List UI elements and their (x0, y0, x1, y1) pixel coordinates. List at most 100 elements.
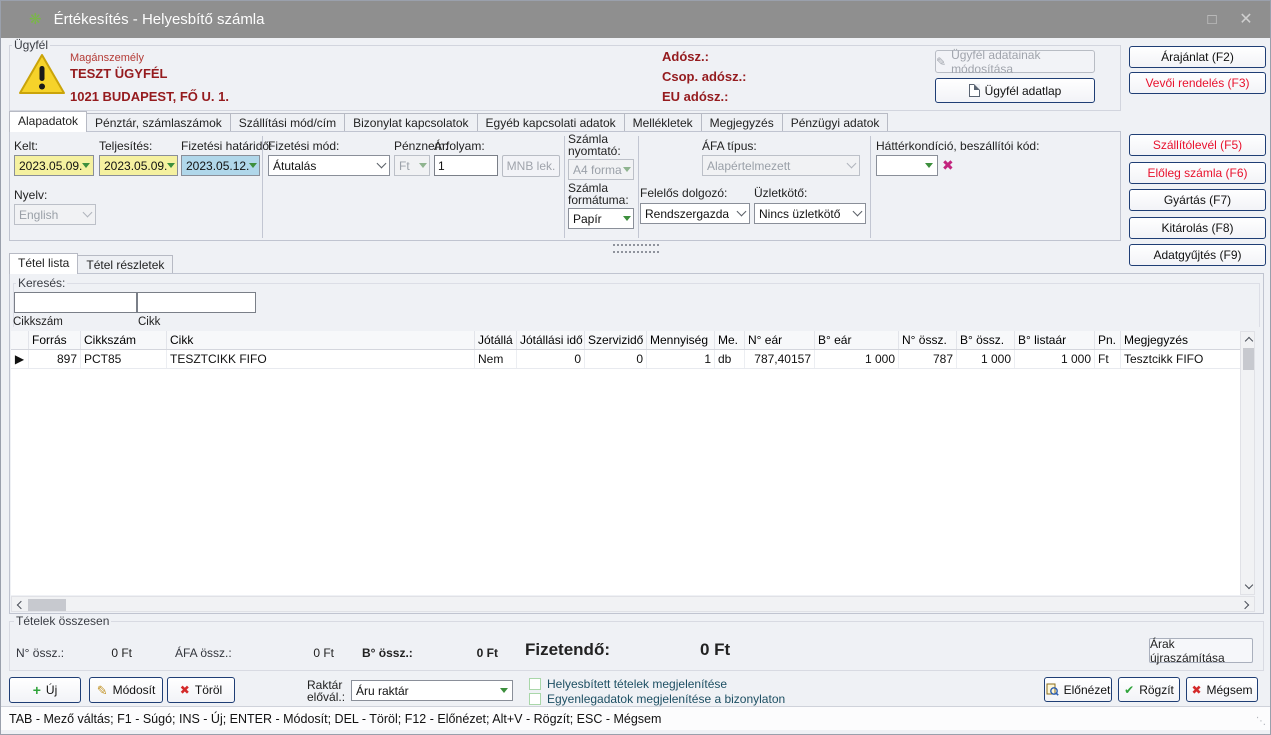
tab-tetel-lista[interactable]: Tétel lista (9, 253, 79, 274)
column-header-netto-ossz[interactable]: N° össz. (899, 331, 957, 349)
kelt-value: 2023.05.09. (19, 158, 83, 173)
column-header-me[interactable]: Me. (715, 331, 745, 349)
column-header-cikkszam[interactable]: Cikkszám (81, 331, 167, 349)
fizetesi-mod-label: Fizetési mód: (268, 139, 340, 153)
data-collection-label: Adatgyűjtés (F9) (1153, 248, 1242, 262)
quote-button[interactable]: Árajánlat (F2) (1129, 46, 1266, 68)
vertical-scroll-thumb[interactable] (1243, 348, 1254, 370)
column-header-szervizido[interactable]: Szervizidő (h (585, 331, 647, 349)
search-cikkszam-input[interactable] (14, 292, 137, 313)
outbound-button[interactable]: Kitárolás (F8) (1129, 217, 1266, 239)
kelt-datefield[interactable]: 2023.05.09. (14, 155, 94, 176)
nyelv-value: English (19, 207, 59, 222)
column-header-jotallas[interactable]: Jótállá (475, 331, 517, 349)
tab-mellekletek[interactable]: Mellékletek (624, 113, 702, 132)
recalculate-prices-button[interactable]: Árak újraszámítása (1149, 637, 1253, 665)
warehouse-combo[interactable]: Áru raktár (351, 680, 513, 701)
tab-alapadatok[interactable]: Alapadatok (9, 111, 88, 132)
dropdown-arrow-icon[interactable] (623, 216, 631, 221)
dropdown-arrow-icon[interactable] (249, 163, 258, 168)
horizontal-scroll-thumb[interactable] (28, 599, 66, 611)
scroll-left-button[interactable] (12, 597, 27, 613)
close-button[interactable]: ✕ (1236, 10, 1256, 30)
vertical-scrollbar[interactable] (1240, 331, 1255, 595)
balance-data-checkbox[interactable] (529, 693, 541, 705)
tab-penzugyi-adatok[interactable]: Pénzügyi adatok (782, 113, 889, 132)
divider (564, 136, 565, 238)
delete-item-button[interactable]: ✖ Töröl (167, 677, 235, 703)
preview-label: Előnézet (1063, 682, 1111, 697)
tab-bizonylat-kapcsolatok[interactable]: Bizonylat kapcsolatok (345, 113, 478, 132)
column-header-jotallasi-ido[interactable]: Jótállási idő ( (517, 331, 585, 349)
totals-group-label: Tételek összesen (14, 614, 112, 628)
teljesites-datefield[interactable]: 2023.05.09. (99, 155, 178, 176)
fizetesi-mod-combo[interactable]: Átutalás (268, 155, 390, 176)
pencil-icon: ✎ (936, 54, 947, 69)
column-header-netto-ear[interactable]: N° eár (745, 331, 815, 349)
preview-button[interactable]: Előnézet (1044, 677, 1112, 702)
column-header-forras[interactable]: Forrás (29, 331, 81, 349)
eu-tax-number-label: EU adósz.: (662, 89, 729, 104)
maximize-button[interactable]: □ (1202, 10, 1222, 30)
delivery-note-button[interactable]: Szállítólevél (F5) (1129, 134, 1266, 156)
tab-tetel-reszletek[interactable]: Tétel részletek (78, 255, 174, 274)
table-row[interactable]: ▶ 897 PCT85 TESZTCIKK FIFO Nem 0 0 1 db … (11, 350, 1240, 369)
tab-penztar-szamlaszamok[interactable]: Pénztár, számlaszámok (87, 113, 231, 132)
netto-total-label: N° össz.: (16, 646, 65, 660)
hatarido-value: 2023.05.12. (186, 158, 250, 173)
splitter-handle[interactable] (613, 244, 659, 253)
basic-data-panel: Kelt: 2023.05.09. Teljesítés: 2023.05.09… (9, 131, 1121, 241)
dropdown-arrow-icon[interactable] (82, 163, 91, 168)
penznem-value: Ft (399, 158, 410, 173)
save-button[interactable]: ✔ Rögzít (1118, 677, 1180, 702)
advance-invoice-button[interactable]: Előleg számla (F6) (1129, 162, 1266, 184)
corrected-items-checkbox[interactable] (529, 678, 541, 690)
modify-item-button[interactable]: ✎ Módosít (89, 677, 163, 703)
clear-x-icon[interactable]: ✖ (942, 157, 954, 174)
production-button[interactable]: Gyártás (F7) (1129, 189, 1266, 211)
uzletkoto-combo[interactable]: Nincs üzletkötő (754, 203, 866, 224)
column-header-pn[interactable]: Pn. (1095, 331, 1121, 349)
chevron-down-icon[interactable] (376, 158, 387, 169)
scroll-down-button[interactable] (1241, 579, 1256, 594)
arfolyam-input[interactable] (434, 155, 498, 176)
new-item-button[interactable]: + Új (9, 677, 81, 703)
scroll-up-button[interactable] (1241, 332, 1256, 347)
column-header-brutto-ossz[interactable]: B° össz. (957, 331, 1015, 349)
customer-order-button[interactable]: Vevői rendelés (F3) (1129, 72, 1266, 94)
cancel-button[interactable]: ✖ Mégsem (1186, 677, 1258, 702)
column-header-brutto-ear[interactable]: B° eár (815, 331, 899, 349)
data-collection-button[interactable]: Adatgyűjtés (F9) (1129, 244, 1266, 266)
search-cikk-input[interactable] (137, 292, 256, 313)
felelos-dolgozo-combo[interactable]: Rendszergazda Gé (640, 203, 750, 224)
scroll-right-button[interactable] (1239, 597, 1254, 613)
customer-datasheet-button[interactable]: Ügyfél adatlap (935, 78, 1095, 103)
dropdown-arrow-icon[interactable] (925, 163, 933, 168)
hatarido-datefield[interactable]: 2023.05.12. (181, 155, 260, 176)
cell-pn: Ft (1095, 350, 1121, 368)
column-header-megjegyzes[interactable]: Megjegyzés (1121, 331, 1240, 349)
column-header-cikk[interactable]: Cikk (167, 331, 475, 349)
chevron-down-icon[interactable] (852, 206, 863, 217)
szamla-formatum-combo[interactable]: Papír (568, 208, 634, 229)
tax-number-label: Adósz.: (662, 49, 709, 64)
afa-tipus-label: ÁFA típus: (702, 139, 757, 153)
fizetendo-value: 0 Ft (700, 640, 731, 659)
horizontal-scrollbar[interactable] (11, 596, 1255, 612)
customer-groupbox: Ügyfél Magánszemély TESZT ÜGYFÉL 1021 BU… (9, 38, 1121, 111)
dropdown-arrow-icon[interactable] (167, 163, 176, 168)
tab-szallitasi-mod[interactable]: Szállítási mód/cím (230, 113, 346, 132)
customer-datasheet-label: Ügyfél adatlap (984, 83, 1062, 98)
production-label: Gyártás (F7) (1163, 193, 1232, 207)
column-header-brutto-listaar[interactable]: B° listaár (1015, 331, 1095, 349)
tab-megjegyzes[interactable]: Megjegyzés (701, 113, 783, 132)
uzletkoto-value: Nincs üzletkötő (759, 206, 841, 221)
hatterkondicio-combo[interactable] (876, 155, 938, 176)
cell-brutto-ear: 1 000 (815, 350, 899, 368)
dropdown-arrow-icon[interactable] (500, 688, 508, 693)
tab-egyeb-kapcsolati-adatok[interactable]: Egyéb kapcsolati adatok (477, 113, 625, 132)
column-header-mennyiseg[interactable]: Mennyiség (647, 331, 715, 349)
status-text: TAB - Mező váltás; F1 - Súgó; INS - Új; … (9, 711, 662, 726)
chevron-down-icon[interactable] (736, 206, 747, 217)
resize-grip[interactable]: ⋱ (1256, 716, 1266, 727)
